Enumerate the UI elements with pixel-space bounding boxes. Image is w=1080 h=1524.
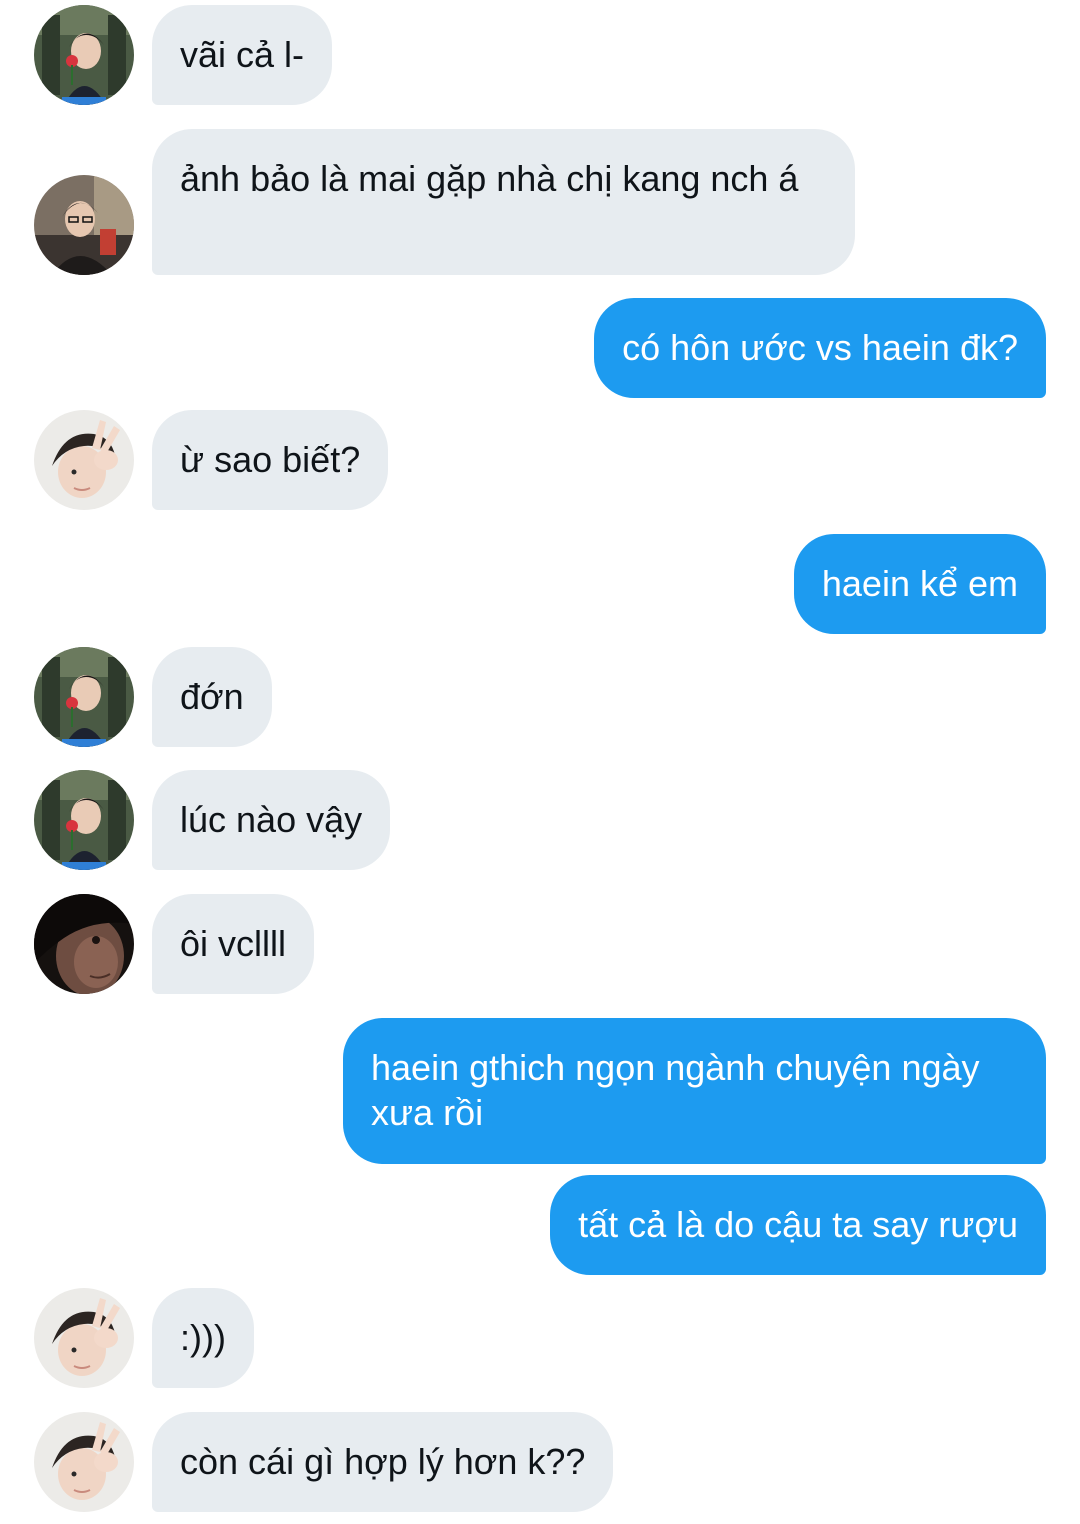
message-incoming: lúc nào vậy bbox=[0, 770, 1080, 870]
message-bubble: lúc nào vậy bbox=[152, 770, 391, 870]
message-incoming: còn cái gì hợp lý hơn k?? bbox=[0, 1412, 1080, 1512]
message-incoming: ôi vcllll bbox=[0, 894, 1080, 994]
message-outgoing: tất cả là do cậu ta say rượu bbox=[0, 1175, 1080, 1275]
message-incoming: đớn bbox=[0, 647, 1080, 747]
boy-peace-sign-avatar[interactable] bbox=[34, 410, 134, 510]
boy-red-flower-avatar[interactable] bbox=[34, 5, 134, 105]
message-incoming: ừ sao biết? bbox=[0, 410, 1080, 510]
message-bubble: haein kể em bbox=[793, 534, 1046, 634]
dark-face-avatar[interactable] bbox=[34, 894, 134, 994]
message-bubble: :))) bbox=[152, 1288, 254, 1388]
boy-red-flower-avatar[interactable] bbox=[34, 647, 134, 747]
message-outgoing: haein kể em bbox=[0, 534, 1080, 634]
message-bubble: tất cả là do cậu ta say rượu bbox=[550, 1175, 1046, 1275]
boy-peace-sign-avatar[interactable] bbox=[34, 1412, 134, 1512]
message-incoming: vãi cả l- bbox=[0, 5, 1080, 105]
boy-glasses-avatar[interactable] bbox=[34, 175, 134, 275]
message-bubble: ảnh bảo là mai gặp nhà chị kang nch á bbox=[152, 129, 855, 275]
message-outgoing: haein gthich ngọn ngành chuyện ngày xưa … bbox=[0, 1018, 1080, 1164]
message-outgoing: có hôn ước vs haein đk? bbox=[0, 298, 1080, 398]
message-incoming: :))) bbox=[0, 1288, 1080, 1388]
message-bubble: haein gthich ngọn ngành chuyện ngày xưa … bbox=[343, 1018, 1046, 1164]
message-bubble: còn cái gì hợp lý hơn k?? bbox=[152, 1412, 614, 1512]
boy-red-flower-avatar[interactable] bbox=[34, 770, 134, 870]
message-bubble: ừ sao biết? bbox=[152, 410, 389, 510]
message-bubble: có hôn ước vs haein đk? bbox=[594, 298, 1046, 398]
message-bubble: đớn bbox=[152, 647, 272, 747]
message-bubble: vãi cả l- bbox=[152, 5, 333, 105]
message-bubble: ôi vcllll bbox=[152, 894, 315, 994]
boy-peace-sign-avatar[interactable] bbox=[34, 1288, 134, 1388]
message-incoming: ảnh bảo là mai gặp nhà chị kang nch á bbox=[0, 129, 1080, 275]
